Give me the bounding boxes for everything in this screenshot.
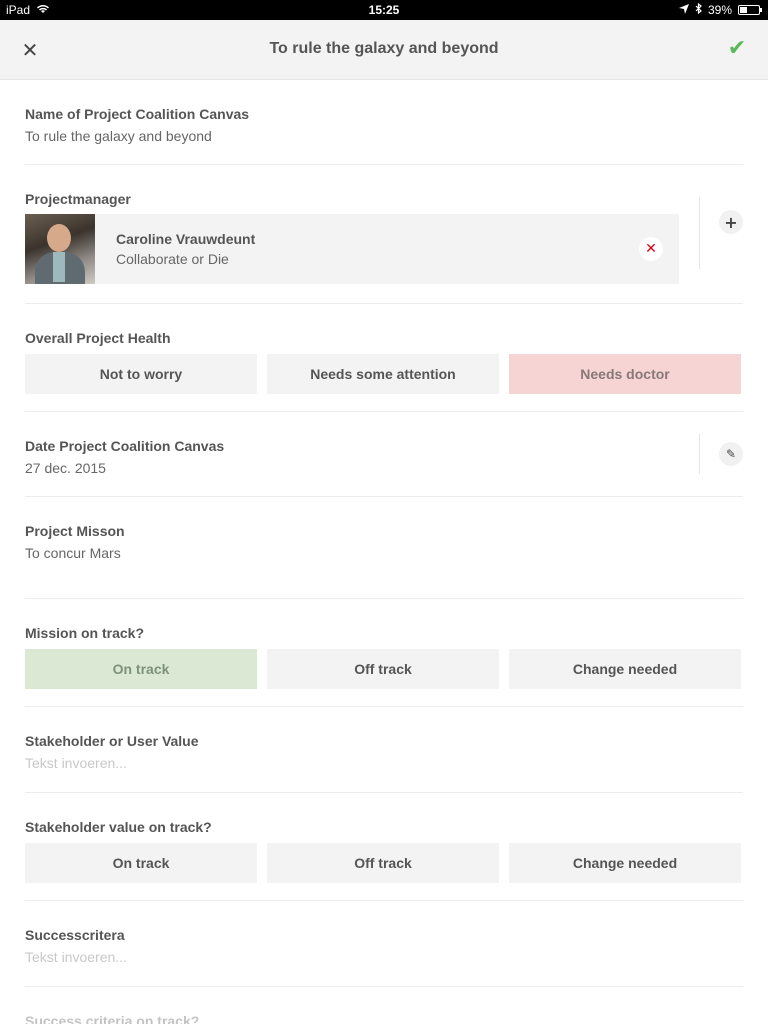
health-option-not-to-worry[interactable]: Not to worry <box>25 354 257 394</box>
project-name-label: Name of Project Coalition Canvas <box>25 106 250 122</box>
status-bar: iPad 15:25 39% <box>0 0 768 20</box>
health-option-needs-doctor[interactable]: Needs doctor <box>509 354 741 394</box>
divider <box>699 434 700 474</box>
section-mission: Project Misson To concur Mars <box>25 497 743 599</box>
mission-option-off-track[interactable]: Off track <box>267 649 499 689</box>
section-mission-track: Mission on track? On track Off track Cha… <box>25 599 743 707</box>
form-content: Name of Project Coalition Canvas To rule… <box>25 80 743 1024</box>
battery-level <box>740 7 747 13</box>
mission-track-options: On track Off track Change needed <box>25 649 743 689</box>
remove-icon[interactable]: ✕ <box>639 237 663 261</box>
mission-option-on-track[interactable]: On track <box>25 649 257 689</box>
location-arrow-icon <box>678 3 689 17</box>
section-stakeholder-track: Stakeholder value on track? On track Off… <box>25 793 743 901</box>
mission-label: Project Misson <box>25 523 125 539</box>
project-health-label: Overall Project Health <box>25 330 171 346</box>
section-project-health: Overall Project Health Not to worry Need… <box>25 304 743 412</box>
section-stakeholder: Stakeholder or User Value Tekst invoeren… <box>25 707 743 793</box>
health-option-needs-attention[interactable]: Needs some attention <box>267 354 499 394</box>
success-criteria-input[interactable]: Tekst invoeren... <box>25 949 743 965</box>
stakeholder-option-off-track[interactable]: Off track <box>267 843 499 883</box>
checkmark-icon[interactable]: ✔ <box>724 36 750 62</box>
project-manager-label: Projectmanager <box>25 191 131 207</box>
section-project-manager: Projectmanager Caroline Vrauwdeunt Colla… <box>25 165 743 304</box>
section-success-criteria: Successcritera Tekst invoeren... <box>25 901 743 987</box>
stakeholder-option-on-track[interactable]: On track <box>25 843 257 883</box>
mission-track-label: Mission on track? <box>25 625 145 641</box>
divider <box>699 197 700 269</box>
success-track-label: Success criteria on track? <box>25 1013 200 1024</box>
project-manager-info: Caroline Vrauwdeunt Collaborate or Die <box>116 231 255 267</box>
success-criteria-label: Successcritera <box>25 927 125 943</box>
project-manager-name: Caroline Vrauwdeunt <box>116 231 256 247</box>
date-value[interactable]: 27 dec. 2015 <box>25 460 743 476</box>
stakeholder-track-options: On track Off track Change needed <box>25 843 743 883</box>
project-manager-card[interactable]: Caroline Vrauwdeunt Collaborate or Die ✕ <box>25 214 679 284</box>
section-success-track: Success criteria on track? <box>25 987 743 1024</box>
page-title: To rule the galaxy and beyond <box>269 40 499 57</box>
section-date: Date Project Coalition Canvas 27 dec. 20… <box>25 412 743 497</box>
stakeholder-option-change-needed[interactable]: Change needed <box>509 843 741 883</box>
mission-option-change-needed[interactable]: Change needed <box>509 649 741 689</box>
date-label: Date Project Coalition Canvas <box>25 438 225 454</box>
battery-percent: 39% <box>707 3 732 17</box>
navigation-bar: ✕ To rule the galaxy and beyond ✔ <box>0 20 768 80</box>
section-project-name: Name of Project Coalition Canvas To rule… <box>25 80 743 165</box>
clock: 15:25 <box>368 3 400 17</box>
stakeholder-label: Stakeholder or User Value <box>25 733 199 749</box>
project-health-options: Not to worry Needs some attention Needs … <box>25 354 743 394</box>
project-name-value[interactable]: To rule the galaxy and beyond <box>25 128 743 144</box>
avatar <box>25 214 95 284</box>
edit-pencil-icon[interactable]: ✎ <box>719 442 743 466</box>
mission-value[interactable]: To concur Mars <box>25 545 743 561</box>
add-icon[interactable]: + <box>719 210 743 234</box>
status-right: 39% <box>678 2 762 17</box>
project-manager-role: Collaborate or Die <box>116 251 229 267</box>
battery-icon <box>738 5 762 15</box>
stakeholder-input[interactable]: Tekst invoeren... <box>25 755 743 771</box>
bluetooth-icon <box>695 2 702 17</box>
stakeholder-track-label: Stakeholder value on track? <box>25 819 212 835</box>
